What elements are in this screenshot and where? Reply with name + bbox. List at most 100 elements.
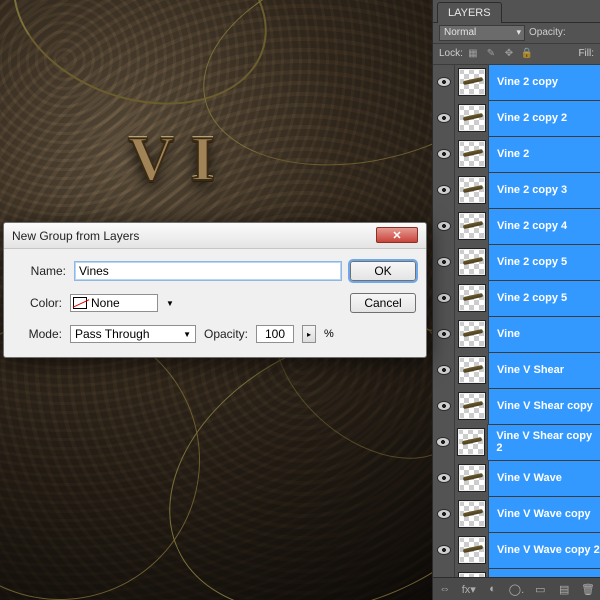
visibility-toggle[interactable] — [433, 568, 455, 577]
color-value: None — [91, 296, 120, 310]
new-layer-icon[interactable]: ▤ — [555, 582, 573, 596]
layer-name[interactable]: Vine 2 copy 5 — [489, 281, 600, 316]
mode-select[interactable]: Pass Through ▼ — [70, 325, 196, 343]
layer-thumbnail[interactable] — [455, 532, 489, 568]
lock-position-icon[interactable]: ✥ — [503, 48, 515, 60]
layer-row[interactable]: Vine 2 — [433, 137, 600, 173]
opacity-label: Opacity: — [529, 27, 566, 38]
ok-button[interactable]: OK — [350, 261, 416, 281]
visibility-toggle[interactable] — [433, 424, 455, 460]
layer-name[interactable]: Vine V Wave copy 3 — [489, 569, 600, 577]
thumbnail-icon — [458, 68, 486, 96]
layer-thumbnail[interactable] — [455, 65, 489, 101]
lock-all-icon[interactable]: 🔒 — [521, 48, 533, 60]
layer-thumbnail[interactable] — [455, 460, 489, 496]
layer-row[interactable]: Vine V Wave copy — [433, 497, 600, 533]
eye-icon — [437, 509, 451, 519]
layer-name[interactable]: Vine V Wave copy — [489, 497, 600, 532]
layer-row[interactable]: Vine V Wave copy 2 — [433, 533, 600, 569]
visibility-toggle[interactable] — [433, 388, 455, 424]
visibility-toggle[interactable] — [433, 100, 455, 136]
percent-label: % — [324, 328, 334, 340]
mask-icon[interactable]: ◐ — [484, 582, 502, 596]
layer-name[interactable]: Vine V Shear copy 2 — [488, 425, 600, 460]
thumbnail-icon — [458, 536, 486, 564]
layer-thumbnail[interactable] — [455, 208, 489, 244]
layer-name[interactable]: Vine V Wave copy 2 — [489, 533, 600, 568]
thumbnail-icon — [457, 428, 485, 456]
layer-name[interactable]: Vine 2 copy 5 — [489, 245, 600, 280]
close-button[interactable]: ✕ — [376, 227, 418, 243]
visibility-toggle[interactable] — [433, 532, 455, 568]
thumbnail-icon — [458, 104, 486, 132]
none-swatch-icon — [73, 297, 87, 309]
layer-name[interactable]: Vine V Shear copy — [489, 389, 600, 424]
lock-transparency-icon[interactable]: ▦ — [467, 48, 479, 60]
chevron-down-icon[interactable]: ▼ — [166, 299, 174, 308]
layer-row[interactable]: Vine V Shear — [433, 353, 600, 389]
lock-label: Lock: — [439, 48, 463, 59]
layer-name[interactable]: Vine 2 copy 2 — [489, 101, 600, 136]
visibility-toggle[interactable] — [433, 136, 455, 172]
tab-layers[interactable]: LAYERS — [437, 2, 502, 23]
dialog-body: Name: OK Color: None ▼ Cancel Mode: Pass… — [4, 249, 426, 357]
visibility-toggle[interactable] — [433, 352, 455, 388]
eye-icon — [437, 365, 451, 375]
layer-row[interactable]: Vine 2 copy 2 — [433, 101, 600, 137]
layer-thumbnail[interactable] — [455, 172, 489, 208]
dialog-titlebar[interactable]: New Group from Layers ✕ — [4, 223, 426, 249]
adjustment-icon[interactable]: ◯. — [507, 582, 525, 596]
fx-icon[interactable]: fx▾ — [460, 582, 478, 596]
opacity-stepper[interactable]: ▸ — [302, 325, 316, 343]
opacity-input[interactable] — [256, 325, 294, 343]
trash-icon[interactable]: 🗑 — [579, 582, 597, 596]
layer-row[interactable]: Vine V Shear copy 2 — [433, 425, 600, 461]
layer-thumbnail[interactable] — [455, 496, 489, 532]
visibility-toggle[interactable] — [433, 460, 455, 496]
visibility-toggle[interactable] — [433, 316, 455, 352]
eye-icon — [437, 113, 451, 123]
layer-name[interactable]: Vine V Wave — [489, 461, 600, 496]
name-input[interactable] — [74, 261, 342, 281]
layer-thumbnail[interactable] — [455, 352, 489, 388]
layer-row[interactable]: Vine 2 copy 5 — [433, 281, 600, 317]
layer-thumbnail[interactable] — [455, 568, 489, 577]
layer-row[interactable]: Vine 2 copy 3 — [433, 173, 600, 209]
layer-name[interactable]: Vine — [489, 317, 600, 352]
layer-name[interactable]: Vine V Shear — [489, 353, 600, 388]
layer-name[interactable]: Vine 2 copy 3 — [489, 173, 600, 208]
blend-mode-select[interactable]: Normal — [439, 25, 525, 41]
layer-thumbnail[interactable] — [455, 424, 489, 460]
layer-thumbnail[interactable] — [455, 316, 489, 352]
layer-row[interactable]: Vine — [433, 317, 600, 353]
eye-icon — [437, 401, 451, 411]
layer-thumbnail[interactable] — [455, 388, 489, 424]
visibility-toggle[interactable] — [433, 208, 455, 244]
layer-row[interactable]: Vine V Wave — [433, 461, 600, 497]
layer-row[interactable]: Vine 2 copy 4 — [433, 209, 600, 245]
layer-thumbnail[interactable] — [455, 280, 489, 316]
layer-thumbnail[interactable] — [455, 136, 489, 172]
visibility-toggle[interactable] — [433, 172, 455, 208]
new-group-dialog: New Group from Layers ✕ Name: OK Color: … — [3, 222, 427, 358]
cancel-button[interactable]: Cancel — [350, 293, 416, 313]
visibility-toggle[interactable] — [433, 280, 455, 316]
group-icon[interactable]: ▭ — [531, 582, 549, 596]
layer-row[interactable]: Vine 2 copy — [433, 65, 600, 101]
layer-row[interactable]: Vine V Shear copy — [433, 389, 600, 425]
link-layers-icon[interactable]: ⇔ — [436, 582, 454, 596]
layer-name[interactable]: Vine 2 copy — [489, 65, 600, 100]
lock-pixels-icon[interactable]: ✎ — [485, 48, 497, 60]
visibility-toggle[interactable] — [433, 244, 455, 280]
eye-icon — [437, 77, 451, 87]
color-select[interactable]: None — [70, 294, 158, 312]
layer-row[interactable]: Vine V Wave copy 3 — [433, 569, 600, 577]
visibility-toggle[interactable] — [433, 496, 455, 532]
visibility-toggle[interactable] — [433, 65, 455, 101]
layer-row[interactable]: Vine 2 copy 5 — [433, 245, 600, 281]
layer-name[interactable]: Vine 2 — [489, 137, 600, 172]
layer-thumbnail[interactable] — [455, 100, 489, 136]
layer-name[interactable]: Vine 2 copy 4 — [489, 209, 600, 244]
artwork-letters: VI — [128, 122, 231, 196]
layer-thumbnail[interactable] — [455, 244, 489, 280]
